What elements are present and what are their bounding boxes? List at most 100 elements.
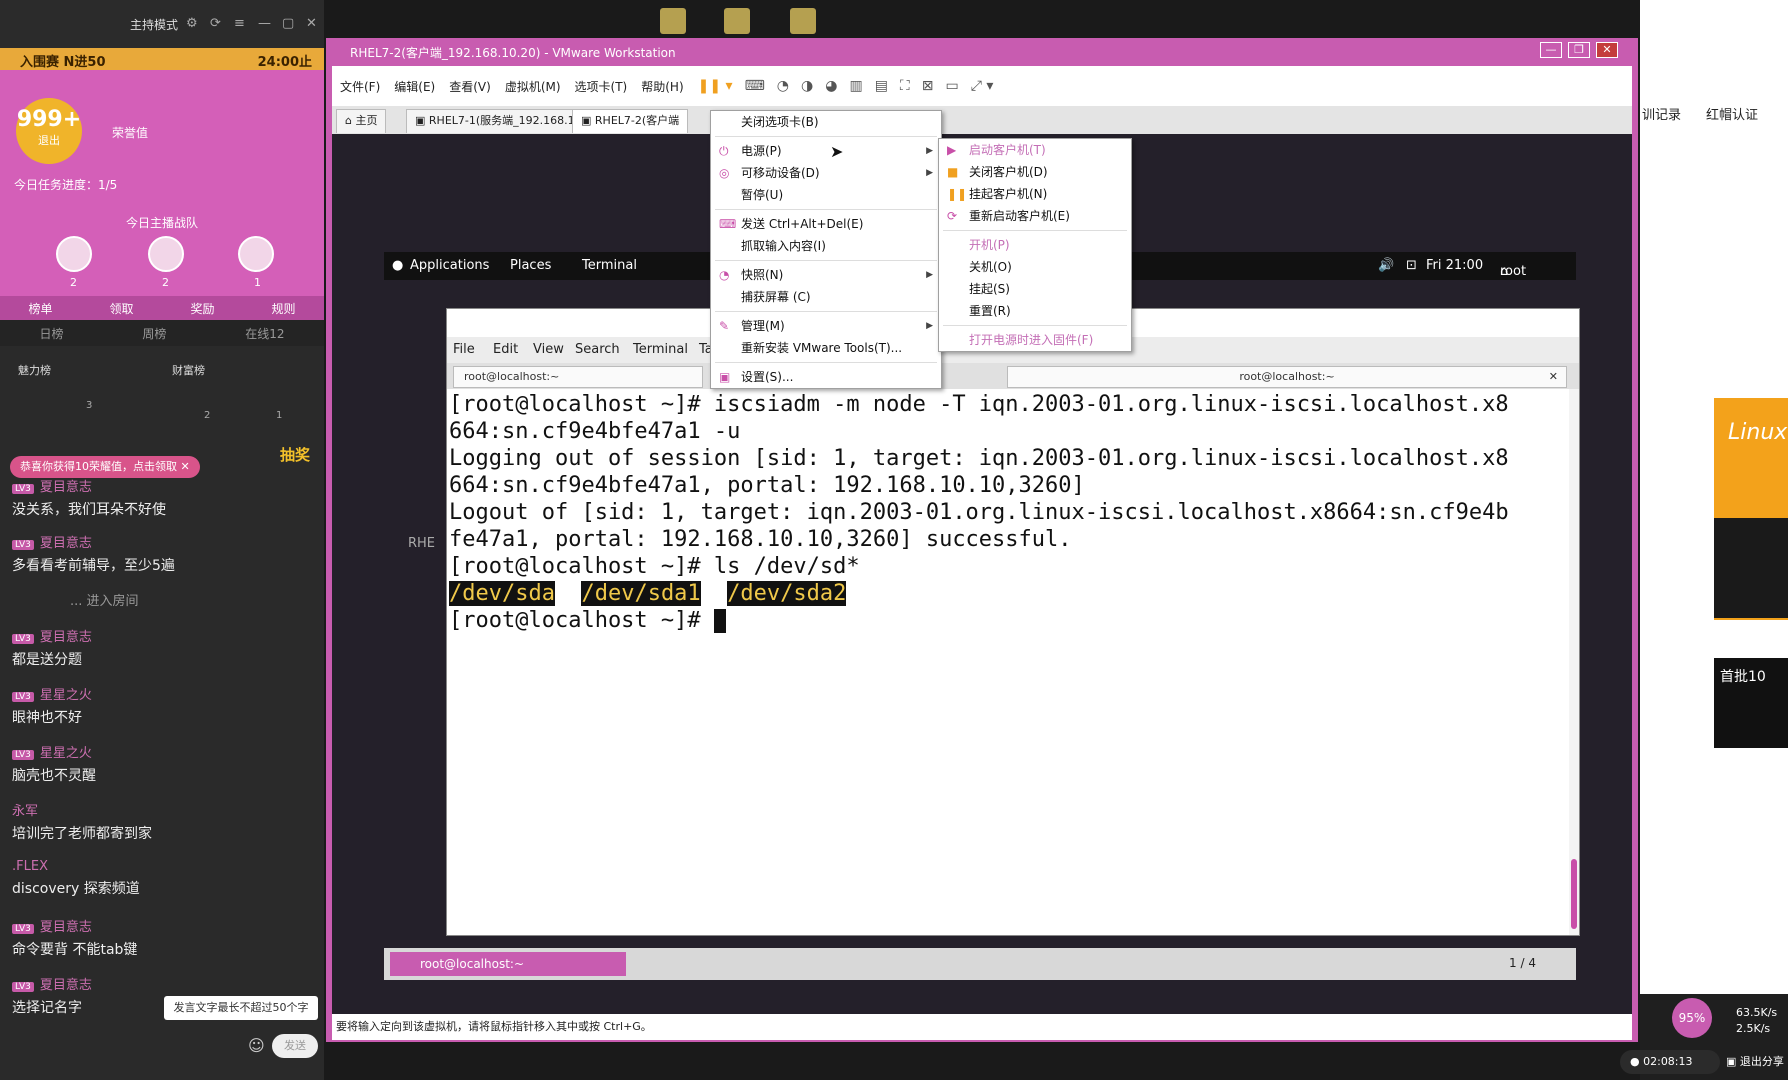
tab-weekly[interactable]: 周榜 bbox=[142, 325, 166, 342]
taskbar-terminal-item[interactable]: root@localhost:~ bbox=[390, 952, 626, 976]
tab-claim[interactable]: 领取 bbox=[109, 300, 133, 317]
chat-user[interactable]: 夏目意志 bbox=[40, 920, 92, 935]
menu-file[interactable]: 文件(F) bbox=[340, 78, 380, 95]
menu-snapshot[interactable]: ◔ 快照(N) ▶ bbox=[711, 264, 941, 286]
menu-manage[interactable]: ✎ 管理(M) ▶ bbox=[711, 315, 941, 337]
minimize-icon[interactable]: — bbox=[258, 16, 271, 31]
console-icon[interactable]: ▭ bbox=[945, 78, 958, 94]
term-menu-file[interactable]: File bbox=[453, 342, 475, 357]
menu-power-on-firmware[interactable]: 打开电源时进入固件(F) bbox=[939, 329, 1131, 351]
terminal-tab[interactable]: root@localhost:~ ✕ bbox=[1007, 366, 1567, 388]
minimize-button[interactable]: — bbox=[1540, 42, 1562, 58]
tab-reward[interactable]: 奖励 bbox=[190, 300, 214, 317]
close-icon[interactable]: ✕ bbox=[306, 16, 317, 31]
pause-icon[interactable]: ❚❚ ▾ bbox=[698, 78, 733, 94]
nav-link[interactable]: 红帽认证 bbox=[1706, 104, 1758, 123]
menu-vm[interactable]: 虚拟机(M) bbox=[505, 78, 561, 95]
tab-rules[interactable]: 规则 bbox=[271, 300, 295, 317]
app-icon[interactable] bbox=[790, 8, 816, 34]
nav-link[interactable]: 训记录 bbox=[1642, 104, 1681, 123]
settings-icon[interactable]: ⚙ bbox=[186, 16, 198, 31]
menu-suspend[interactable]: 挂起(S) bbox=[939, 278, 1131, 300]
fan-count-badge[interactable]: 999+ 退出 bbox=[16, 98, 82, 164]
tab-rhel7-2[interactable]: ▣ RHEL7-2(客户端 bbox=[572, 109, 689, 133]
snapshot-manager-icon[interactable]: ◕ bbox=[825, 78, 837, 94]
rank-avatar[interactable] bbox=[148, 236, 184, 272]
menu-power-off[interactable]: 关机(O) bbox=[939, 256, 1131, 278]
menu-reinstall-tools[interactable]: 重新安装 VMware Tools(T)... bbox=[711, 337, 941, 359]
menu-restart-guest[interactable]: ⟳ 重新启动客户机(E) bbox=[939, 205, 1131, 227]
menu-grab-input[interactable]: 抓取输入内容(I) bbox=[711, 235, 941, 257]
tab-wealth[interactable]: 财富榜 bbox=[172, 362, 205, 378]
applications-menu[interactable]: Applications bbox=[410, 258, 489, 273]
volume-icon[interactable]: 🔊 bbox=[1378, 258, 1394, 273]
rank-avatar[interactable] bbox=[238, 236, 274, 272]
menu-shutdown-guest[interactable]: ■ 关闭客户机(D) bbox=[939, 161, 1131, 183]
term-menu-edit[interactable]: Edit bbox=[493, 342, 518, 357]
unity-icon[interactable]: ⊠ bbox=[922, 78, 934, 94]
menu-power[interactable]: ⏻ 电源(P) ▶ bbox=[711, 140, 941, 162]
exit-share-button[interactable]: ▣ 退出分享 bbox=[1726, 1050, 1784, 1074]
gift-toast[interactable]: 恭喜你获得10荣耀值，点击领取 ✕ bbox=[10, 456, 200, 478]
restore-button[interactable]: ❐ bbox=[1568, 42, 1590, 58]
chat-user[interactable]: 星星之火 bbox=[40, 688, 92, 703]
menu-pause[interactable]: 暂停(U) bbox=[711, 184, 941, 206]
menu-start-guest[interactable]: ▶ 启动客户机(T) bbox=[939, 139, 1131, 161]
rank-avatar[interactable] bbox=[56, 236, 92, 272]
send-keys-icon[interactable]: ⌨ bbox=[745, 78, 765, 94]
chat-user[interactable]: 星星之火 bbox=[40, 746, 92, 761]
menu-suspend-guest[interactable]: ❚❚ 挂起客户机(N) bbox=[939, 183, 1131, 205]
emoji-icon[interactable]: ☺ bbox=[248, 1036, 265, 1055]
chat-user[interactable]: 夏目意志 bbox=[40, 480, 92, 495]
menu-power-on[interactable]: 开机(P) bbox=[939, 234, 1131, 256]
refresh-icon[interactable]: ⟳ bbox=[210, 16, 221, 31]
network-icon[interactable]: ⊡ bbox=[1406, 258, 1417, 273]
terminal-tab[interactable]: root@localhost:~ bbox=[453, 366, 703, 388]
promo-ad[interactable]: 首批10 bbox=[1714, 658, 1788, 748]
tab-leaderboard[interactable]: 榜单 bbox=[28, 300, 52, 317]
tab-charm[interactable]: 魅力榜 bbox=[18, 362, 51, 378]
contest-banner[interactable]: 入围赛 N进50 24:00止 bbox=[0, 48, 324, 70]
tab-home[interactable]: ⌂ 主页 bbox=[336, 109, 387, 133]
menu-view[interactable]: 查看(V) bbox=[449, 78, 491, 95]
scrollbar-thumb[interactable] bbox=[1571, 859, 1577, 929]
menu-removable-devices[interactable]: ◎ 可移动设备(D) ▶ bbox=[711, 162, 941, 184]
sidebar-icon[interactable]: ▥ bbox=[849, 78, 862, 94]
chat-user[interactable]: 夏目意志 bbox=[40, 536, 92, 551]
menu-settings[interactable]: ▣ 设置(S)... bbox=[711, 366, 941, 388]
close-button[interactable]: ✕ bbox=[1596, 42, 1618, 58]
places-menu[interactable]: Places bbox=[510, 258, 551, 273]
snapshot-icon[interactable]: ◔ bbox=[777, 78, 789, 94]
terminal-app-menu[interactable]: Terminal bbox=[582, 258, 637, 273]
send-button[interactable]: 发送 bbox=[272, 1034, 318, 1058]
chat-user[interactable]: .FLEX bbox=[12, 859, 48, 874]
terminal-window[interactable]: File Edit View Search Terminal Ta root@l… bbox=[446, 308, 1580, 936]
tab-online[interactable]: 在线12 bbox=[245, 325, 284, 342]
menu-tabs[interactable]: 选项卡(T) bbox=[575, 78, 628, 95]
menu-edit[interactable]: 编辑(E) bbox=[394, 78, 435, 95]
app-icon[interactable] bbox=[660, 8, 686, 34]
stretch-icon[interactable]: ⤢ ▾ bbox=[971, 78, 994, 94]
thumbnail-icon[interactable]: ▤ bbox=[875, 78, 888, 94]
menu-icon[interactable]: ≡ bbox=[234, 16, 245, 31]
vmware-titlebar[interactable]: RHEL7-2(客户端_192.168.10.20) - VMware Work… bbox=[326, 38, 1638, 66]
menu-close-tab[interactable]: 关闭选项卡(B) bbox=[711, 111, 941, 133]
maximize-icon[interactable]: ▢ bbox=[282, 16, 294, 31]
cpu-percent-badge[interactable]: 95% bbox=[1672, 998, 1712, 1038]
close-icon[interactable]: ✕ bbox=[1549, 367, 1558, 387]
term-menu-search[interactable]: Search bbox=[575, 342, 620, 357]
menu-send-ctrl-alt-del[interactable]: ⌨ 发送 Ctrl+Alt+Del(E) bbox=[711, 213, 941, 235]
revert-snapshot-icon[interactable]: ◑ bbox=[801, 78, 813, 94]
app-icon[interactable] bbox=[724, 8, 750, 34]
chat-user[interactable]: 夏目意志 bbox=[40, 978, 92, 993]
menu-help[interactable]: 帮助(H) bbox=[641, 78, 683, 95]
fullscreen-icon[interactable]: ⛶ bbox=[900, 78, 910, 94]
chat-user[interactable]: 夏目意志 bbox=[40, 630, 92, 645]
tab-daily[interactable]: 日榜 bbox=[39, 325, 63, 342]
clock[interactable]: Fri 21:00 bbox=[1426, 258, 1483, 273]
linux-ad[interactable]: Linux bbox=[1714, 398, 1788, 620]
workspace-indicator[interactable]: 1 / 4 bbox=[1509, 956, 1536, 970]
menu-reset[interactable]: 重置(R) bbox=[939, 300, 1131, 322]
term-menu-terminal[interactable]: Terminal bbox=[633, 342, 688, 357]
terminal-scrollbar[interactable] bbox=[1569, 389, 1579, 935]
